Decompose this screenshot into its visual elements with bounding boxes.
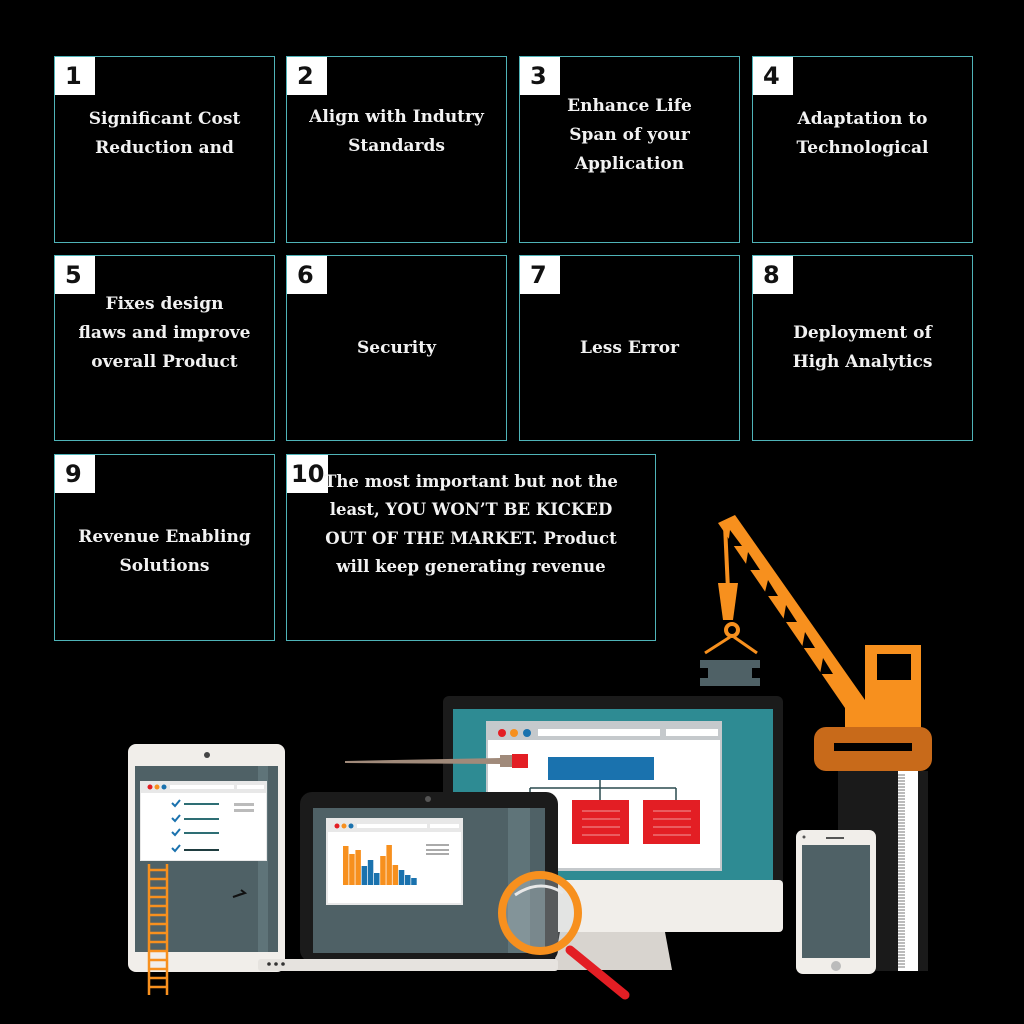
tablet [128,744,285,972]
steel-beam [700,660,760,686]
crane-hook-block [718,583,738,620]
laptop-bar [374,873,380,885]
laptop-bar [405,875,411,885]
paintbrush [345,754,528,768]
laptop-bar [355,850,361,885]
laptop-bar [411,878,417,885]
laptop-bar [392,865,399,885]
devices-illustration [128,515,932,1000]
laptop-bar [380,856,386,885]
laptop-bar [398,870,405,885]
crane-hook [724,622,740,638]
org-chart-top-box [548,757,654,780]
phone [796,830,876,974]
laptop-bar [367,860,374,885]
laptop-bar [361,866,368,885]
laptop-bar [386,845,392,885]
laptop-bar [343,846,349,885]
laptop-bar [349,854,355,885]
